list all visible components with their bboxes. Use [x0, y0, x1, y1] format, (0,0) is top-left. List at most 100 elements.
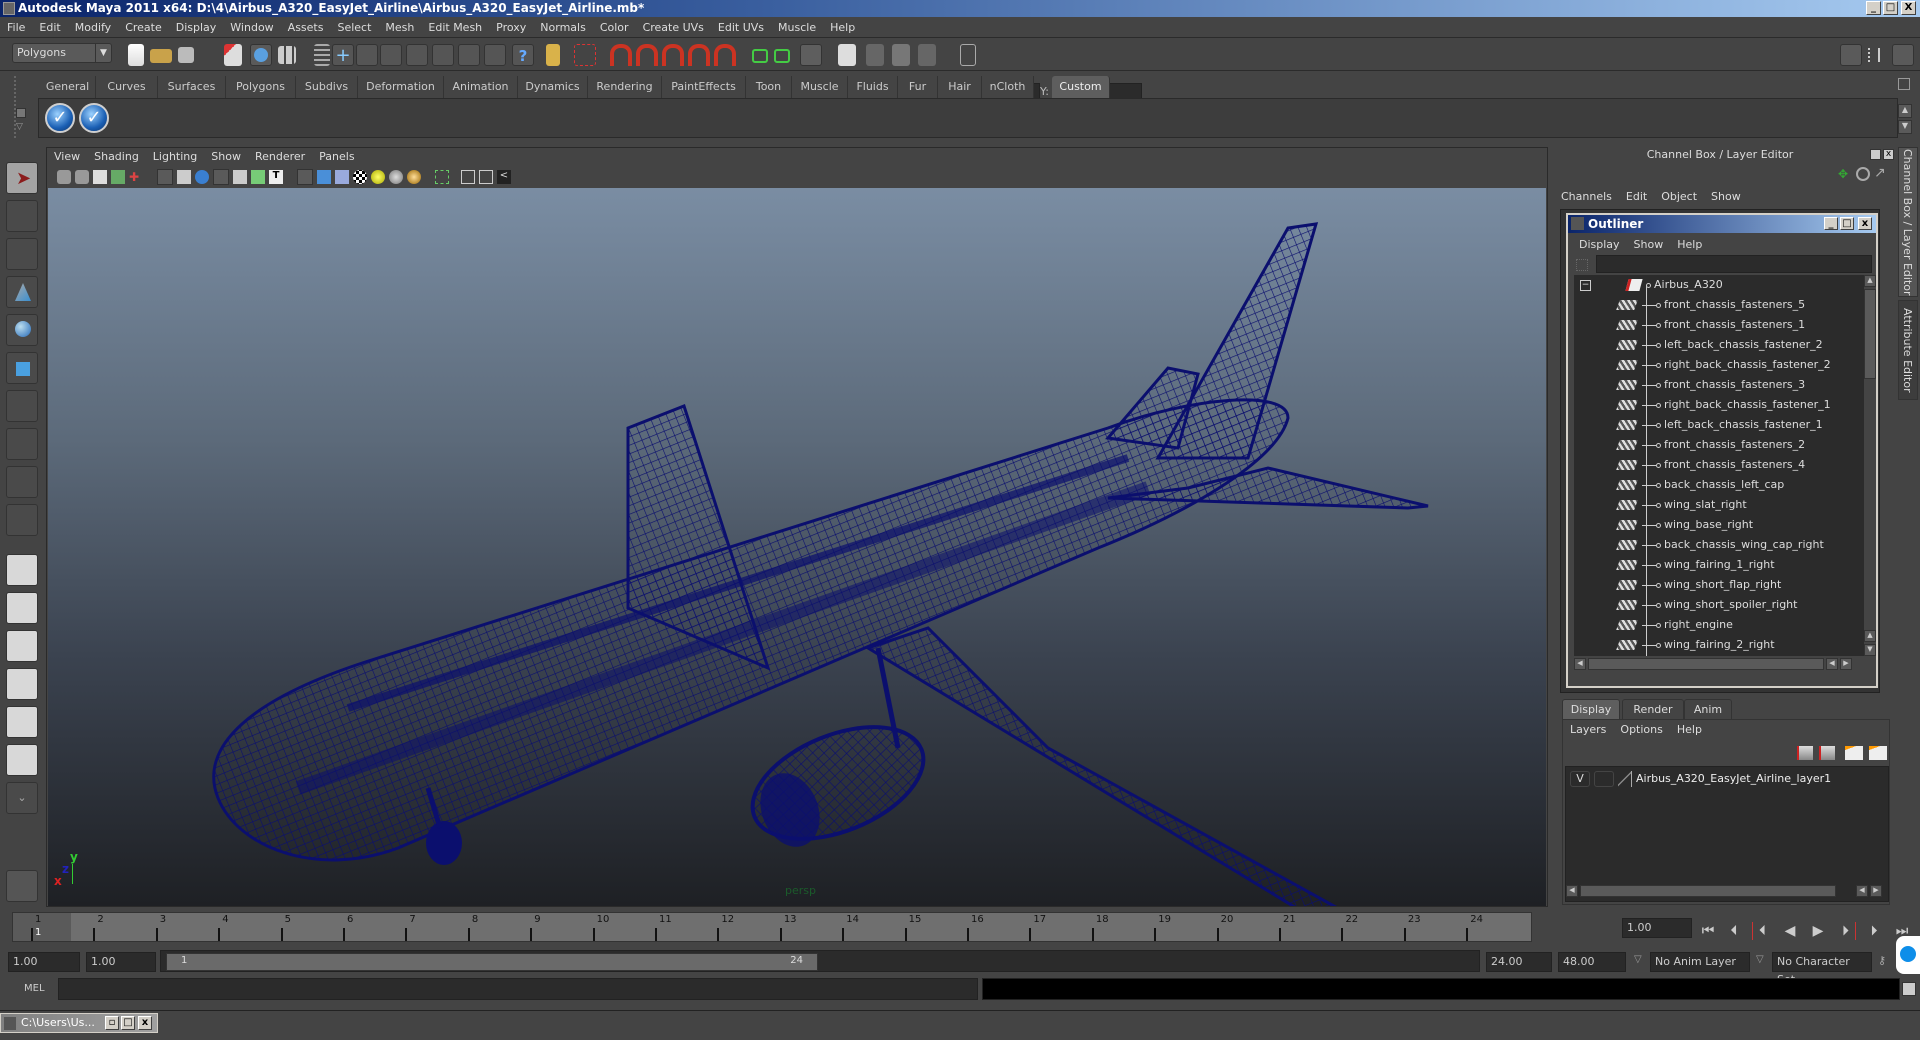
maximize-button[interactable]: □	[1883, 1, 1898, 15]
shelf-tab-deformation[interactable]: Deformation	[358, 76, 444, 98]
outliner-item[interactable]: front_chassis_fasteners_5	[1616, 295, 1805, 315]
outliner-root-item[interactable]: − Airbus_A320	[1580, 275, 1723, 295]
universal-manipulator-tool[interactable]	[6, 390, 38, 422]
select-component-icon[interactable]	[278, 46, 296, 64]
layer-tab-display[interactable]: Display	[1562, 699, 1620, 719]
create-layer-from-selection-icon[interactable]	[1869, 746, 1887, 760]
more-layouts-button[interactable]: ⌄	[6, 782, 38, 814]
select-rendering-icon[interactable]	[484, 44, 506, 66]
outliner-minimize-button[interactable]: _	[1824, 217, 1838, 230]
speed-icon[interactable]	[1856, 167, 1870, 181]
outliner-menu-display[interactable]: Display	[1572, 235, 1627, 255]
select-hierarchy-icon[interactable]	[224, 44, 242, 66]
end-time-field[interactable]: 48.00	[1558, 952, 1626, 972]
shelf-scroll-down[interactable]: ▼	[1898, 120, 1912, 134]
outliner-vscroll-thumb[interactable]	[1864, 289, 1876, 379]
viewport-canvas[interactable]: y z x persp	[48, 188, 1546, 906]
soft-mod-tool[interactable]	[6, 428, 38, 460]
snap-point-icon[interactable]	[662, 44, 684, 66]
outliner-item[interactable]: right_back_chassis_fastener_1	[1616, 395, 1831, 415]
airplane-wireframe-model[interactable]	[48, 188, 1546, 906]
channel-menu-channels[interactable]: Channels	[1554, 187, 1619, 207]
minimize-button[interactable]: _	[1866, 1, 1881, 15]
persp-graph-hypergraph-layout[interactable]	[6, 744, 38, 776]
field-chart-icon[interactable]	[233, 170, 247, 184]
shelf-tab-hair[interactable]: Hair	[938, 76, 982, 98]
open-scene-icon[interactable]	[150, 49, 172, 63]
menu-display[interactable]: Display	[169, 18, 224, 38]
outliner-menu-show[interactable]: Show	[1627, 235, 1671, 255]
shelf-tab-fluids[interactable]: Fluids	[848, 76, 898, 98]
shelf-tab-general[interactable]: General	[40, 76, 96, 98]
shelf-tab-toon[interactable]: Toon	[746, 76, 792, 98]
outliner-scroll-left-2[interactable]: ◀	[1826, 658, 1838, 670]
move-layer-down-icon[interactable]	[1819, 746, 1835, 760]
select-handles-icon[interactable]: +	[332, 44, 354, 66]
smooth-shade-icon[interactable]	[317, 170, 331, 184]
gate-mask-icon[interactable]	[213, 169, 229, 185]
shelf-menu-button[interactable]	[16, 108, 26, 118]
play-backwards-button[interactable]: ◀	[1780, 922, 1800, 940]
four-view-layout[interactable]	[6, 592, 38, 624]
teamviewer-icon[interactable]	[1896, 936, 1920, 974]
menu-window[interactable]: Window	[223, 18, 280, 38]
outliner-item[interactable]: wing_base_right	[1616, 515, 1753, 535]
outliner-item[interactable]: left_back_chassis_fastener_2	[1616, 335, 1823, 355]
playback-start-field[interactable]: 1.00	[86, 952, 156, 972]
viewport-menu-show[interactable]: Show	[204, 148, 248, 166]
outliner-scroll-down[interactable]: ▼	[1864, 644, 1876, 656]
bookmark-icon[interactable]	[93, 170, 107, 184]
shelf-tab-custom[interactable]: Custom	[1052, 76, 1110, 98]
show-channel-box-icon[interactable]	[1892, 44, 1914, 66]
side-tab-attribute-editor[interactable]: Attribute Editor	[1898, 300, 1918, 400]
outliner-item[interactable]: front_chassis_fasteners_1	[1616, 315, 1805, 335]
menu-muscle[interactable]: Muscle	[771, 18, 823, 38]
side-tab-channel-box[interactable]: Channel Box / Layer Editor	[1898, 147, 1918, 297]
select-object-icon[interactable]	[250, 44, 272, 66]
xray-joints-icon[interactable]	[479, 170, 493, 184]
shelf-tab-fur[interactable]: Fur	[898, 76, 938, 98]
layer-menu-options[interactable]: Options	[1613, 720, 1669, 740]
select-camera-icon[interactable]	[57, 170, 71, 184]
safe-title-icon[interactable]: T	[269, 170, 283, 184]
move-layer-up-icon[interactable]	[1797, 746, 1813, 760]
film-gate-icon[interactable]	[177, 170, 191, 184]
select-deformers-icon[interactable]	[432, 44, 454, 66]
anim-layer-dropdown[interactable]: No Anim Layer	[1650, 952, 1750, 972]
textured-icon[interactable]	[353, 170, 367, 184]
outliner-scroll-right[interactable]: ▶	[1840, 658, 1852, 670]
snap-grid-icon[interactable]	[610, 44, 632, 66]
menu-edit-uvs[interactable]: Edit UVs	[711, 18, 771, 38]
range-slider-handle[interactable]: 1 24	[166, 953, 818, 971]
outliner-item[interactable]: front_chassis_fasteners_3	[1616, 375, 1805, 395]
hypershade-persp-layout[interactable]	[6, 706, 38, 738]
maximize-minimized-button[interactable]: □	[121, 1016, 135, 1030]
highlight-selection-icon[interactable]	[574, 44, 596, 66]
menu-color[interactable]: Color	[593, 18, 636, 38]
layer-display-type-toggle[interactable]	[1594, 771, 1614, 787]
custom-check-button-1[interactable]: ✓	[45, 103, 75, 133]
xray-icon[interactable]	[461, 170, 475, 184]
viewport-menu-panels[interactable]: Panels	[312, 148, 361, 166]
channel-menu-show[interactable]: Show	[1704, 187, 1748, 207]
close-panel-button[interactable]: x	[1883, 149, 1894, 160]
collapse-icon[interactable]: −	[1580, 279, 1591, 291]
single-perspective-layout[interactable]	[6, 554, 38, 586]
two-d-pan-zoom-icon[interactable]: ✚	[129, 170, 143, 184]
shelf-scroll-up[interactable]: ▲	[1898, 104, 1912, 118]
input-ops-icon[interactable]	[752, 49, 768, 63]
step-forward-key-button[interactable]: ⏵	[1836, 922, 1856, 940]
character-set-chevron-icon[interactable]: ▽	[1756, 954, 1764, 965]
outliner-item[interactable]: wing_slat_right	[1616, 495, 1747, 515]
snap-curve-icon[interactable]	[636, 44, 658, 66]
select-curves-icon[interactable]	[380, 44, 402, 66]
menu-create-uvs[interactable]: Create UVs	[636, 18, 711, 38]
rotate-tool[interactable]	[6, 314, 38, 346]
outliner-scroll-up[interactable]: ▲	[1864, 275, 1876, 287]
minimized-window[interactable]: C:\Users\Us... ▫ □ x	[0, 1013, 158, 1033]
outliner-item[interactable]: front_chassis_fasteners_2	[1616, 435, 1805, 455]
wireframe-icon[interactable]	[297, 169, 313, 185]
select-joints-icon[interactable]	[356, 44, 378, 66]
lock-selection-icon[interactable]	[546, 44, 560, 66]
outliner-hscroll-thumb[interactable]	[1588, 658, 1824, 670]
